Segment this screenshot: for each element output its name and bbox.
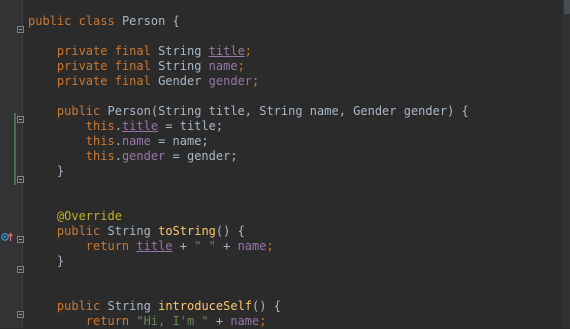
fold-marker-icon[interactable] [17,116,24,123]
override-arrow-up-icon[interactable] [1,232,13,242]
code-line: this.title = title; [85,119,224,133]
code-line: return "Hi, I'm " + name; [85,314,267,328]
code-line: } [56,254,65,268]
error-stripe-marker[interactable] [564,0,570,14]
code-line: private final Gender gender; [56,74,260,88]
fold-marker-icon[interactable] [17,266,24,273]
line-gutter[interactable] [0,0,22,328]
gutter-divider [22,0,23,328]
code-line: return title + " " + name; [85,239,274,253]
code-line: private final String title; [56,44,253,58]
code-line: this.gender = gender; [85,149,238,163]
code-line: public String introduceSelf() { [56,299,281,313]
code-line: public String toString() { [56,224,245,238]
fold-marker-icon[interactable] [17,176,24,183]
change-marker[interactable] [14,113,16,185]
code-line: public Person(String title, String name,… [56,104,469,118]
code-line: private final String name; [56,59,245,73]
code-line: @Override [56,209,122,223]
code-line: public class Person { [28,14,180,28]
code-line: this.name = name; [85,134,209,148]
error-stripe[interactable] [562,0,570,328]
code-line: } [56,164,65,178]
code-area[interactable]: public class Person { private final Stri… [28,14,469,329]
fold-marker-icon[interactable] [17,236,24,243]
fold-marker-icon[interactable] [17,311,24,318]
code-editor[interactable]: public class Person { private final Stri… [0,0,570,328]
fold-marker-icon[interactable] [17,26,24,33]
